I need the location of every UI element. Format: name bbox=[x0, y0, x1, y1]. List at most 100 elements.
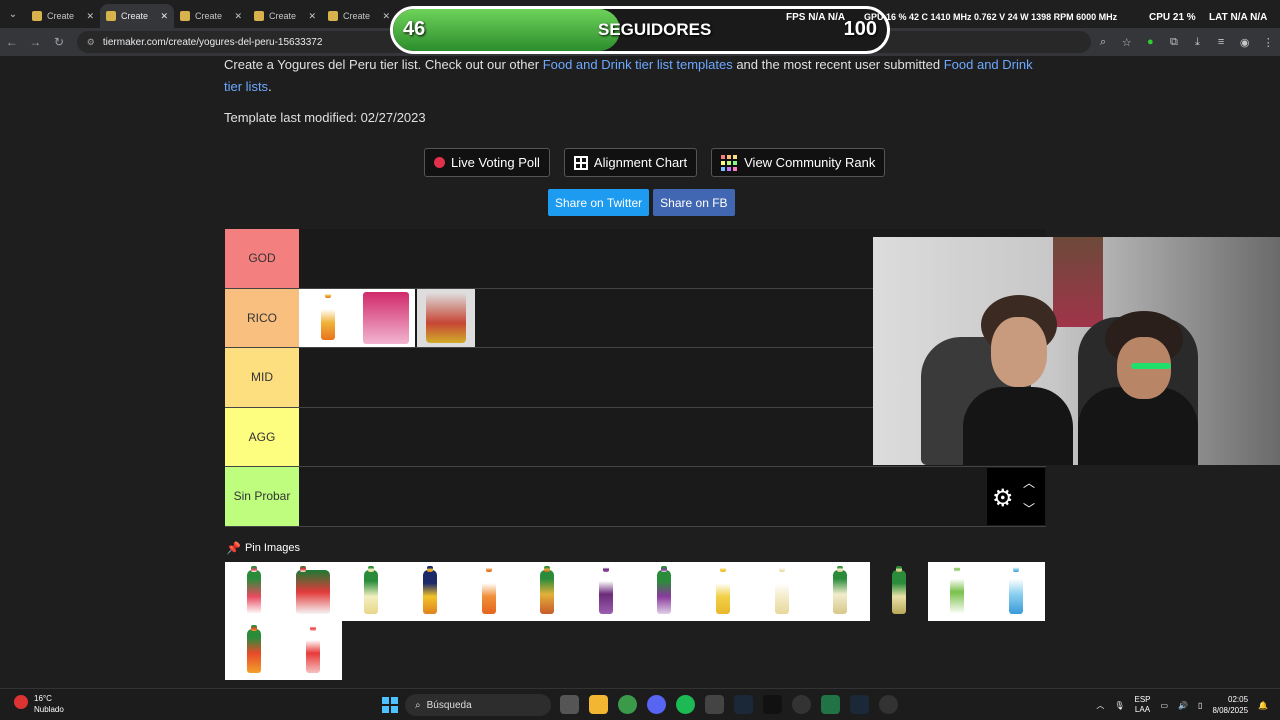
pin-images-toggle[interactable]: 📌 Pin Images bbox=[226, 541, 300, 555]
yogurt-item[interactable] bbox=[986, 562, 1046, 621]
windows-taskbar: 16°C Nublado ⌕ Búsqueda ︿ 🎙 ESP LAA ▭ 🔊 ▯ … bbox=[0, 688, 1280, 720]
tiktok-icon[interactable] bbox=[763, 695, 782, 714]
yogurt-bottle-icon bbox=[598, 565, 613, 614]
app-icon[interactable] bbox=[879, 695, 898, 714]
tier-label[interactable]: MID bbox=[225, 348, 299, 407]
menu-kebab-icon[interactable]: ⋮ bbox=[1256, 36, 1280, 49]
view-community-rank-button[interactable]: View Community Rank bbox=[711, 148, 886, 177]
poster-image bbox=[1053, 237, 1103, 327]
network-icon[interactable]: ▭ bbox=[1161, 701, 1169, 710]
language-indicator[interactable]: ESP LAA bbox=[1134, 695, 1150, 715]
yogurt-item[interactable] bbox=[459, 562, 518, 621]
hud-fps: FPS N/A N/A bbox=[786, 12, 846, 23]
share-buttons: Share on Twitter Share on FB bbox=[548, 189, 735, 216]
tier-label[interactable]: GOD bbox=[225, 229, 299, 288]
alignment-chart-button[interactable]: Alignment Chart bbox=[563, 148, 698, 177]
yogurt-item[interactable] bbox=[810, 562, 870, 621]
discord-icon[interactable] bbox=[647, 695, 666, 714]
tier-items[interactable] bbox=[299, 467, 1046, 526]
close-icon[interactable]: ✕ bbox=[86, 11, 94, 22]
close-icon[interactable]: ✕ bbox=[308, 11, 316, 22]
reload-icon[interactable]: ↻ bbox=[47, 35, 71, 49]
template-modified-date: Template last modified: 02/27/2023 bbox=[224, 110, 426, 125]
excel-icon[interactable] bbox=[821, 695, 840, 714]
hud-lat: LAT N/A N/A bbox=[1209, 12, 1268, 23]
download-icon[interactable]: ⤓ bbox=[1186, 36, 1210, 49]
green-glasses-image bbox=[1131, 363, 1171, 369]
forward-icon[interactable]: → bbox=[24, 35, 48, 49]
yogurt-item[interactable] bbox=[576, 562, 636, 621]
yogurt-item[interactable] bbox=[517, 562, 577, 621]
back-icon[interactable]: ← bbox=[0, 35, 24, 49]
zoom-icon[interactable]: ⌕ bbox=[1091, 36, 1115, 49]
yogurt-item[interactable] bbox=[357, 288, 415, 347]
start-button-icon[interactable] bbox=[382, 697, 398, 713]
tab-2[interactable]: Create ✕ bbox=[174, 4, 248, 28]
yogurt-item[interactable] bbox=[225, 621, 284, 680]
tier-row-sin-probar: Sin Probar bbox=[225, 467, 1046, 527]
chrome-icon[interactable] bbox=[618, 695, 637, 714]
chevron-down-icon[interactable]: ﹀ bbox=[1023, 500, 1035, 517]
live-voting-poll-button[interactable]: Live Voting Poll bbox=[424, 148, 550, 177]
steam-icon[interactable] bbox=[850, 695, 869, 714]
tier-label[interactable]: Sin Probar bbox=[225, 467, 299, 526]
tab-3[interactable]: Create ✕ bbox=[248, 4, 322, 28]
weather-widget[interactable]: 16°C Nublado bbox=[14, 693, 64, 715]
yogurt-bottle-icon bbox=[774, 565, 789, 614]
gear-icon[interactable]: ⚙ bbox=[992, 484, 1014, 513]
tier-label[interactable]: RICO bbox=[225, 288, 299, 347]
tab-4[interactable]: Create ✕ bbox=[322, 4, 396, 28]
taskbar-apps bbox=[560, 695, 898, 714]
followers-current: 46 bbox=[403, 18, 426, 40]
yogurt-item[interactable] bbox=[928, 562, 987, 621]
battery-icon[interactable]: ▯ bbox=[1198, 701, 1202, 710]
tiermaker-favicon-icon bbox=[106, 11, 116, 21]
yogurt-item[interactable] bbox=[752, 562, 811, 621]
search-icon: ⌕ bbox=[415, 699, 421, 711]
yogurt-item[interactable] bbox=[283, 562, 343, 621]
tab-search-chevron-icon[interactable]: ⌄ bbox=[0, 9, 26, 20]
share-twitter-button[interactable]: Share on Twitter bbox=[548, 189, 650, 216]
yogurt-item[interactable] bbox=[635, 562, 694, 621]
close-icon[interactable]: ✕ bbox=[234, 11, 242, 22]
yogurt-bottle-icon bbox=[716, 565, 731, 614]
tab-0[interactable]: Create ✕ bbox=[26, 4, 100, 28]
bookmark-star-icon[interactable]: ☆ bbox=[1115, 36, 1139, 49]
yogurt-item[interactable] bbox=[283, 621, 343, 680]
steam-icon[interactable] bbox=[734, 695, 753, 714]
obs-icon[interactable] bbox=[792, 695, 811, 714]
spotify-icon[interactable] bbox=[676, 695, 695, 714]
close-icon[interactable]: ✕ bbox=[382, 11, 390, 22]
tier-label[interactable]: AGG bbox=[225, 407, 299, 466]
yogurt-item-dragging[interactable] bbox=[417, 288, 475, 347]
pool-row bbox=[225, 621, 1046, 680]
extensions-puzzle-icon[interactable]: ⧉ bbox=[1162, 36, 1186, 49]
extension-green-icon[interactable]: ● bbox=[1138, 36, 1162, 48]
task-view-icon[interactable] bbox=[560, 695, 579, 714]
notifications-icon[interactable]: 🔔 bbox=[1258, 701, 1268, 710]
site-info-icon[interactable]: ⚙ bbox=[87, 37, 95, 48]
yogurt-item[interactable] bbox=[342, 562, 401, 621]
volume-icon[interactable]: 🔊 bbox=[1178, 701, 1188, 710]
yogurt-item[interactable] bbox=[869, 562, 929, 621]
taskbar-search[interactable]: ⌕ Búsqueda bbox=[405, 694, 551, 716]
yogurt-item[interactable] bbox=[225, 562, 284, 621]
yogurt-cup-icon bbox=[426, 292, 466, 343]
yogurt-item[interactable] bbox=[693, 562, 753, 621]
yogurt-item[interactable] bbox=[400, 562, 460, 621]
media-icon[interactable]: ≡ bbox=[1209, 36, 1233, 48]
file-explorer-icon[interactable] bbox=[589, 695, 608, 714]
tray-overflow-icon[interactable]: ︿ bbox=[1096, 700, 1104, 711]
chevron-up-icon[interactable]: ︿ bbox=[1023, 474, 1035, 491]
close-icon[interactable]: ✕ bbox=[160, 11, 168, 22]
profile-avatar-icon[interactable]: ◉ bbox=[1233, 36, 1257, 49]
yogurt-bottle-icon bbox=[247, 624, 262, 673]
app-icon[interactable] bbox=[705, 695, 724, 714]
tab-1[interactable]: Create ✕ bbox=[100, 4, 174, 28]
clock[interactable]: 02:05 8/08/2025 bbox=[1212, 694, 1248, 716]
share-fb-button[interactable]: Share on FB bbox=[653, 189, 735, 216]
tiermaker-favicon-icon bbox=[328, 11, 338, 21]
food-drink-templates-link[interactable]: Food and Drink tier list templates bbox=[543, 57, 733, 72]
microphone-icon[interactable]: 🎙 bbox=[1114, 701, 1124, 710]
yogurt-item[interactable] bbox=[299, 288, 357, 347]
